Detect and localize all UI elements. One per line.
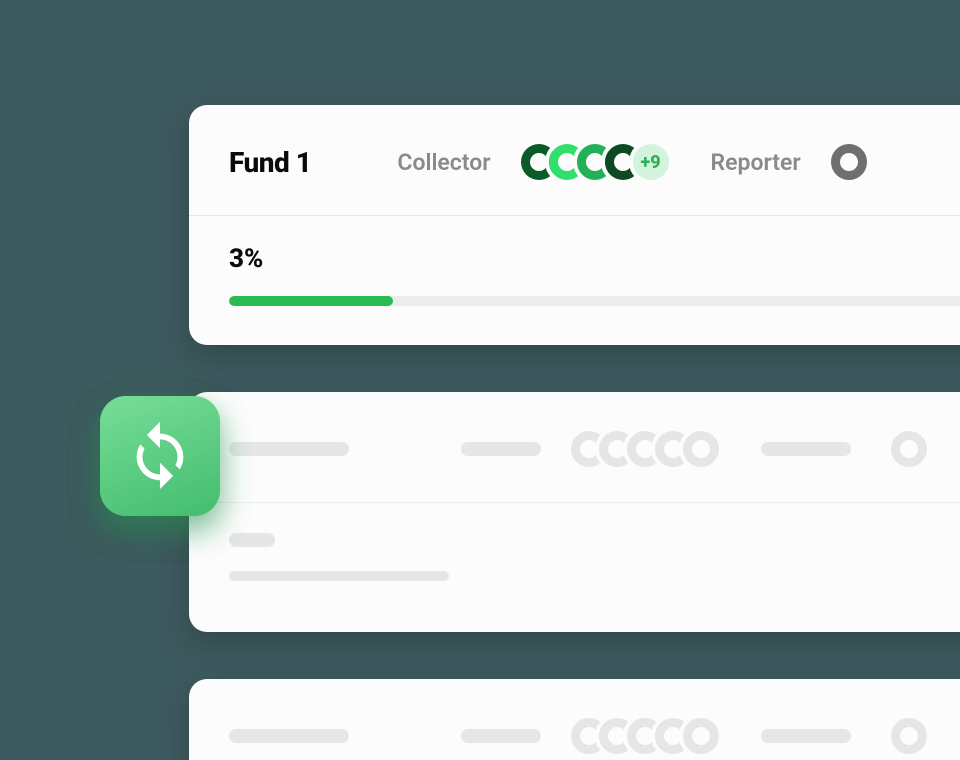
progress-bar: [229, 296, 960, 306]
percent-value: 3%: [229, 244, 263, 274]
collector-avatar-stack[interactable]: +9: [517, 140, 673, 184]
card-header: Fund 1 Collector +9 Reporter: [229, 135, 960, 189]
skeleton-avatar-icon: [679, 427, 723, 471]
skeleton-avatar-icon: [679, 714, 723, 758]
progress-fill: [229, 296, 393, 306]
avatar-overflow-badge[interactable]: +9: [629, 140, 673, 184]
reporter-label: Reporter: [711, 149, 801, 176]
stats-row: 3% 32/15: [229, 244, 960, 274]
fund-card-2-skeleton: [189, 392, 960, 632]
skeleton-bar: [761, 442, 851, 456]
skeleton-divider: [189, 502, 960, 503]
skeleton-avatar-icon: [887, 714, 931, 758]
collector-label: Collector: [397, 149, 490, 176]
skeleton-avatar-stack: [567, 427, 723, 471]
skeleton-progress: [229, 571, 960, 581]
fund-title: Fund 1: [229, 146, 311, 179]
refresh-icon: [125, 419, 195, 493]
skeleton-bar: [229, 442, 349, 456]
divider: [189, 215, 960, 216]
skeleton-avatar-icon: [887, 427, 931, 471]
skeleton-header: [229, 709, 960, 760]
skeleton-bar: [229, 729, 349, 743]
refresh-button[interactable]: [100, 396, 220, 516]
skeleton-bar: [461, 729, 541, 743]
skeleton-bar: [229, 571, 449, 581]
reporter-avatar-icon[interactable]: [827, 140, 871, 184]
skeleton-bar: [461, 442, 541, 456]
fund-card-3-skeleton: [189, 679, 960, 760]
fund-card-1: Fund 1 Collector +9 Reporter 3% 32/15: [189, 105, 960, 345]
skeleton-bar: [229, 533, 275, 547]
skeleton-stats-row: [229, 533, 960, 547]
skeleton-header: [229, 422, 960, 476]
skeleton-bar: [761, 729, 851, 743]
skeleton-avatar-stack: [567, 714, 723, 758]
